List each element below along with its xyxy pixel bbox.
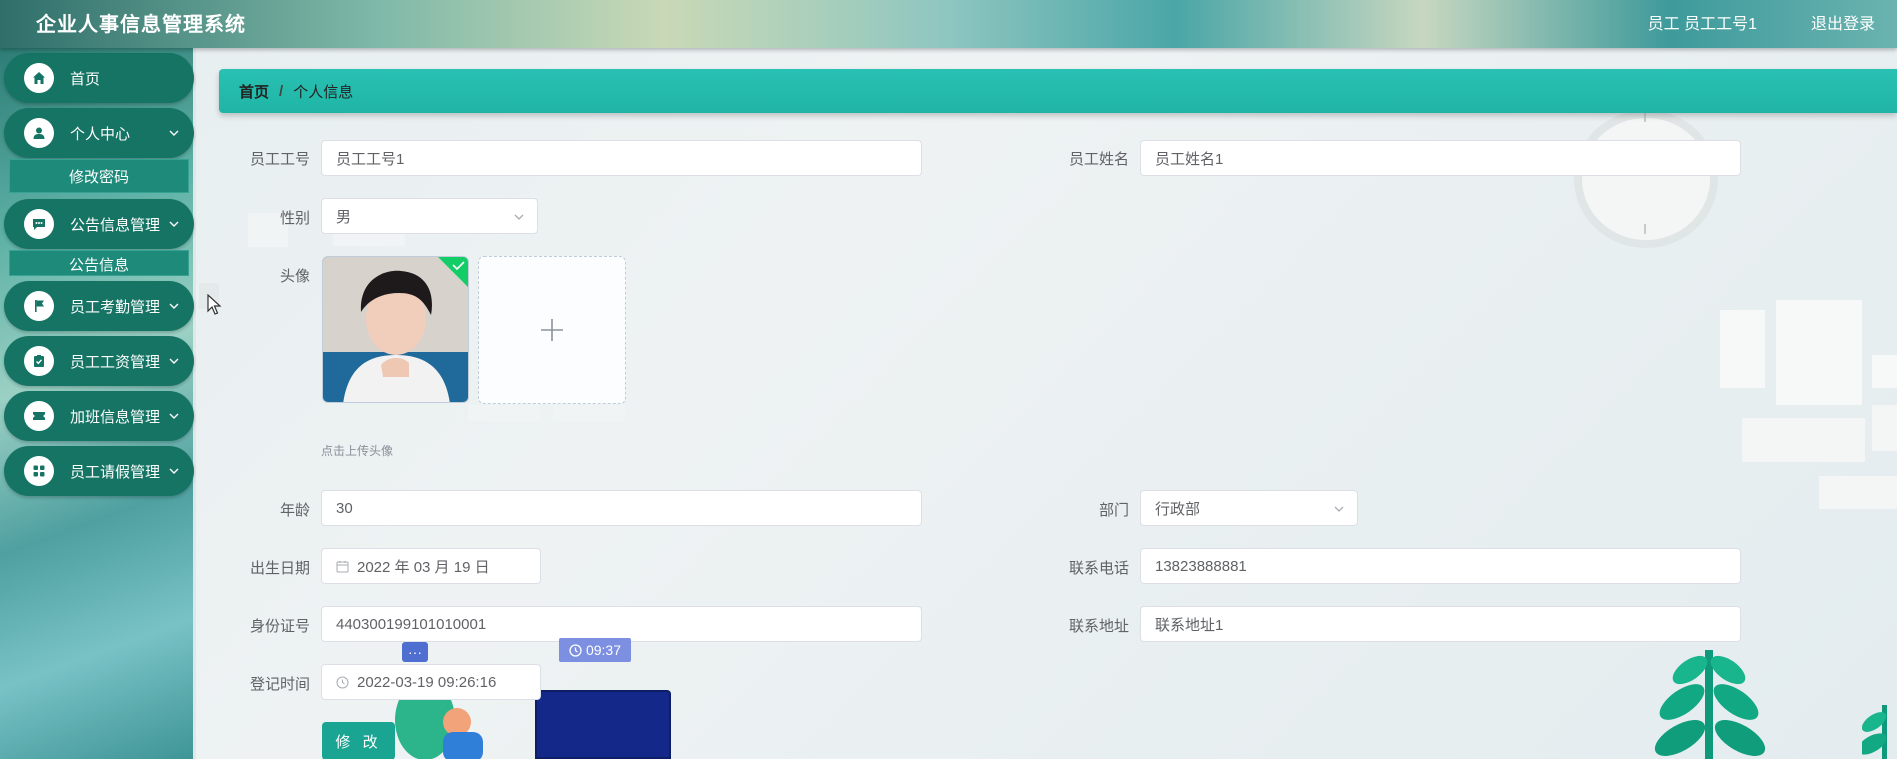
calendar-icon <box>336 560 349 573</box>
panel-decoration <box>1720 310 1765 388</box>
sidebar-item-notice-management[interactable]: 公告信息管理 <box>4 199 194 249</box>
app-title: 企业人事信息管理系统 <box>36 14 246 36</box>
chevron-down-icon <box>169 358 179 364</box>
ticket-icon <box>24 401 54 431</box>
phone-value: 13823888881 <box>1155 557 1247 575</box>
panel-decoration <box>1742 418 1865 462</box>
gender-label: 性别 <box>279 210 310 227</box>
monitor-illustration <box>535 690 671 759</box>
chevron-down-icon <box>514 214 524 220</box>
sidebar-item-label: 员工考勤管理 <box>70 298 161 316</box>
clock-tick-decoration <box>1644 112 1646 122</box>
employee-no-value: 员工工号1 <box>336 150 405 168</box>
avatar-upload-button[interactable] <box>478 256 626 404</box>
avatar-label: 头像 <box>279 268 310 285</box>
gender-value: 男 <box>336 208 352 226</box>
employee-name-label: 员工姓名 <box>1068 151 1129 168</box>
address-field[interactable]: 联系地址1 <box>1140 606 1741 642</box>
time-badge: 09:37 <box>559 638 631 662</box>
avatar-upload-hint: 点击上传头像 <box>321 444 394 458</box>
sidebar-item-label: 加班信息管理 <box>70 408 161 426</box>
plant-decoration <box>1862 705 1887 759</box>
id-card-field[interactable]: 440300199101010001 <box>321 606 922 642</box>
sidebar-item-label: 员工请假管理 <box>70 463 161 481</box>
chevron-down-icon <box>169 303 179 309</box>
register-time-value: 2022-03-19 09:26:16 <box>357 673 497 691</box>
age-label: 年龄 <box>279 502 310 519</box>
sidebar-item-leave-management[interactable]: 员工请假管理 <box>4 446 194 496</box>
breadcrumb-home[interactable]: 首页 <box>239 81 269 102</box>
panel-decoration <box>468 405 540 421</box>
clock-icon <box>336 676 349 689</box>
panel-decoration <box>553 405 625 421</box>
plus-icon <box>541 319 563 341</box>
department-select[interactable]: 行政部 <box>1140 490 1358 526</box>
clipboard-check-icon <box>24 346 54 376</box>
time-badge-value: 09:37 <box>585 642 622 658</box>
phone-label: 联系电话 <box>1068 560 1129 577</box>
id-card-value: 440300199101010001 <box>336 615 487 633</box>
department-value: 行政部 <box>1155 500 1201 518</box>
breadcrumb: 首页 / 个人信息 <box>219 69 1897 113</box>
chevron-down-icon <box>169 413 179 419</box>
address-label: 联系地址 <box>1068 618 1129 635</box>
employee-name-field[interactable]: 员工姓名1 <box>1140 140 1741 176</box>
sidebar-item-overtime-management[interactable]: 加班信息管理 <box>4 391 194 441</box>
birth-date-value: 2022 年 03 月 19 日 <box>357 558 490 576</box>
age-value: 30 <box>336 499 353 517</box>
gender-select[interactable]: 男 <box>321 198 538 234</box>
sidebar-item-label: 首页 <box>70 70 101 88</box>
sidebar-item-salary-management[interactable]: 员工工资管理 <box>4 336 194 386</box>
avatar-image[interactable] <box>322 256 469 403</box>
phone-field[interactable]: 13823888881 <box>1140 548 1741 584</box>
top-bar: 企业人事信息管理系统 员工 员工工号1 退出登录 <box>0 0 1897 48</box>
panel-decoration <box>1872 405 1897 451</box>
upload-success-icon <box>438 257 468 287</box>
chevron-down-icon <box>169 468 179 474</box>
flag-icon <box>24 291 54 321</box>
breadcrumb-current: 个人信息 <box>293 83 354 101</box>
user-icon <box>24 118 54 148</box>
chevron-down-icon <box>1334 506 1344 512</box>
employee-name-value: 员工姓名1 <box>1155 150 1224 168</box>
clock-decoration <box>1574 110 1718 248</box>
employee-no-label: 员工工号 <box>249 151 310 168</box>
message-icon <box>24 209 54 239</box>
birth-date-label: 出生日期 <box>249 560 310 577</box>
sidebar-item-label: 员工工资管理 <box>70 353 161 371</box>
sidebar-item-label: 个人中心 <box>70 125 131 143</box>
chat-badge: ··· <box>402 642 428 662</box>
panel-decoration <box>1872 355 1897 388</box>
age-field[interactable]: 30 <box>321 490 922 526</box>
panel-decoration <box>1819 476 1897 509</box>
current-user: 员工 员工工号1 <box>1647 16 1757 33</box>
chevron-down-icon <box>169 130 179 136</box>
logout-button[interactable]: 退出登录 <box>1811 10 1875 34</box>
panel-decoration <box>1776 300 1862 405</box>
sidebar: 首页 个人中心 修改密码 公告信息管理 公告信息 员工考勤管理 员工工资管理 加… <box>0 48 196 759</box>
birth-date-picker[interactable]: 2022 年 03 月 19 日 <box>321 548 541 584</box>
address-value: 联系地址1 <box>1155 616 1224 634</box>
modify-button[interactable]: 修 改 <box>322 722 395 759</box>
department-label: 部门 <box>1098 502 1129 519</box>
clock-icon <box>569 643 582 657</box>
chevron-down-icon <box>169 221 179 227</box>
breadcrumb-separator: / <box>279 82 284 100</box>
employee-no-field[interactable]: 员工工号1 <box>321 140 922 176</box>
id-card-label: 身份证号 <box>249 618 310 635</box>
grid-icon <box>24 456 54 486</box>
sidebar-item-personal-center[interactable]: 个人中心 <box>4 108 194 158</box>
sidebar-subitem-notice-info[interactable]: 公告信息 <box>9 250 189 276</box>
sidebar-item-label: 公告信息管理 <box>70 216 161 234</box>
sidebar-item-attendance-management[interactable]: 员工考勤管理 <box>4 281 194 331</box>
plant-decoration <box>1654 650 1766 759</box>
register-time-picker[interactable]: 2022-03-19 09:26:16 <box>321 664 541 700</box>
mouse-cursor-icon <box>207 294 222 315</box>
home-icon <box>24 63 54 93</box>
register-time-label: 登记时间 <box>249 676 310 693</box>
sidebar-subitem-change-password[interactable]: 修改密码 <box>9 159 189 193</box>
clock-tick-decoration <box>1644 224 1646 234</box>
sidebar-item-home[interactable]: 首页 <box>4 53 194 103</box>
